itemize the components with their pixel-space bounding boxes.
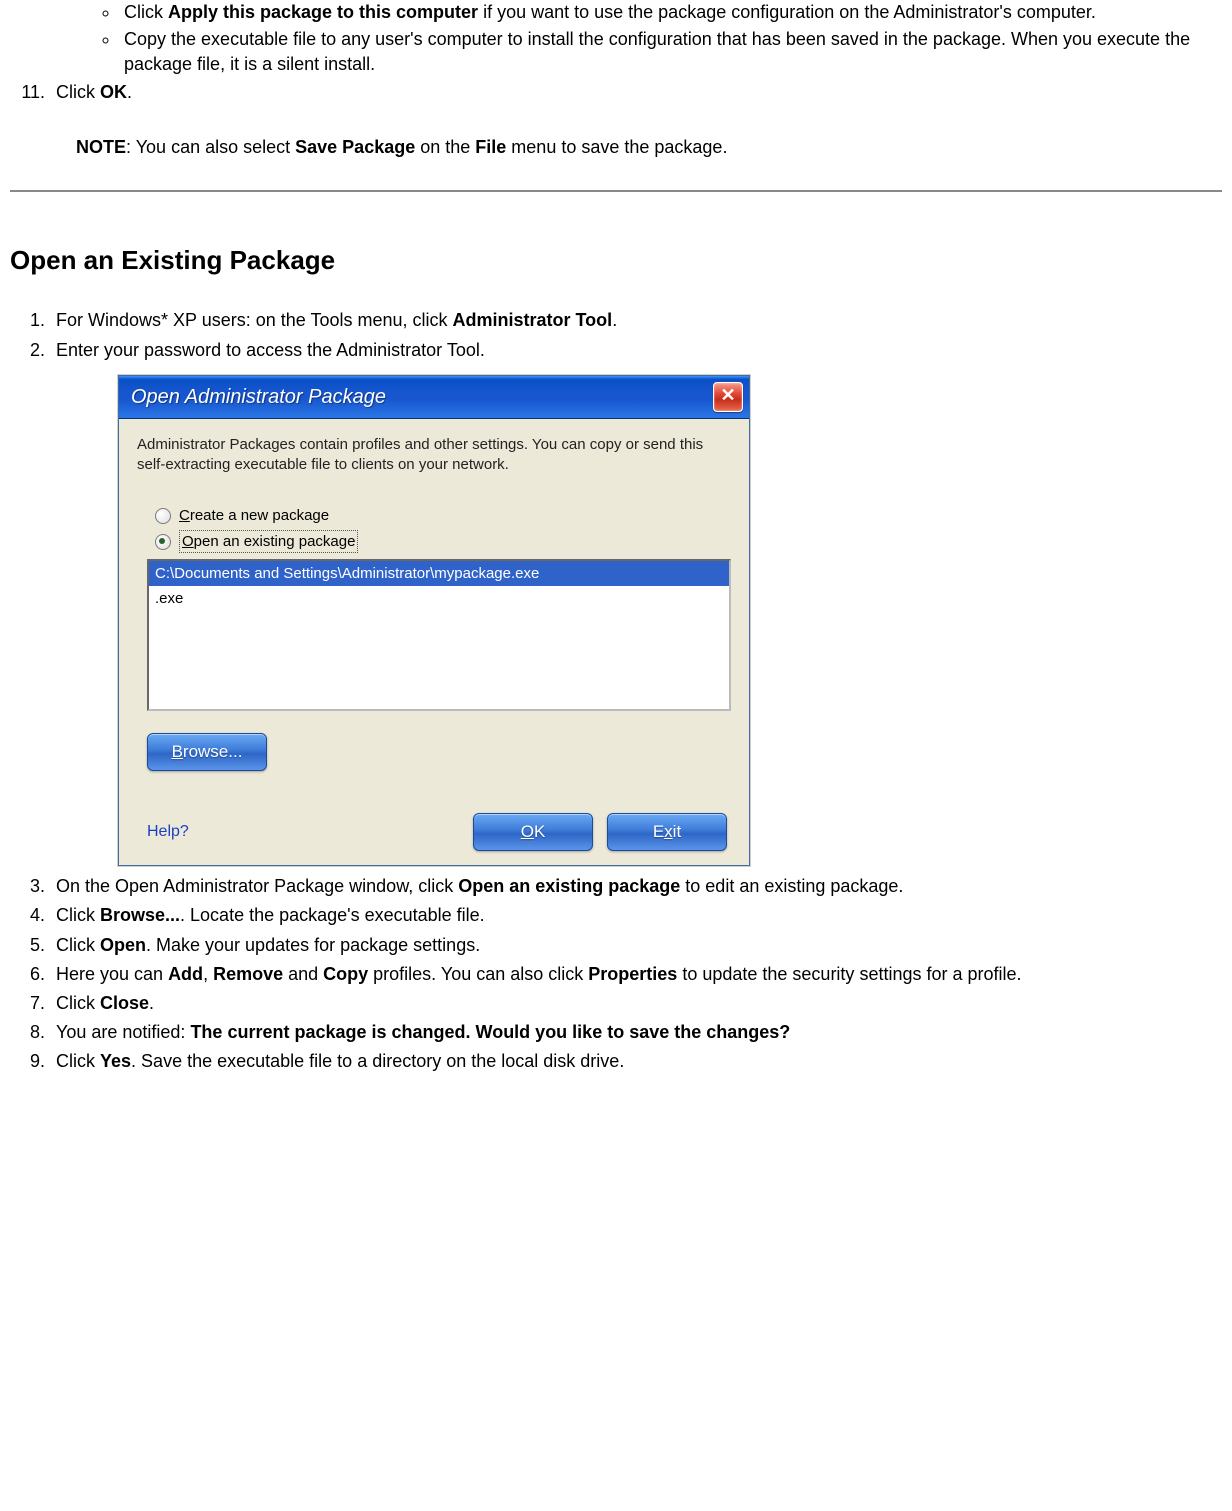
text: Click [56,993,100,1013]
text: You are notified: [56,1022,190,1042]
text: . [612,310,617,330]
bold-text: Apply this package to this computer [168,2,478,22]
radio-icon [155,508,171,524]
sub-bullet-item: Copy the executable file to any user's c… [120,27,1222,77]
list-item: For Windows* XP users: on the Tools menu… [50,308,1222,333]
sub-bullet-item: Click Apply this package to this compute… [120,0,1222,25]
numbered-list: For Windows* XP users: on the Tools menu… [50,308,1222,1074]
list-item: You are notified: The current package is… [50,1020,1222,1045]
bold-text: Close [100,993,149,1013]
ok-button[interactable]: OKOK [473,813,593,851]
bold-text: Open [100,935,146,955]
note-label: NOTE [76,137,126,157]
text: . Locate the package's executable file. [180,905,485,925]
text: Click [124,2,168,22]
list-item[interactable]: C:\Documents and Settings\Administrator\… [149,561,729,586]
dialog-description: Administrator Packages contain profiles … [137,435,731,476]
text: Enter your password to access the Admini… [56,340,485,360]
exit-button[interactable]: ExitExit [607,813,727,851]
text: and [283,964,323,984]
dialog-titlebar[interactable]: Open Administrator Package ✕ [119,376,749,419]
text: on the [415,137,475,157]
text: if you want to use the package configura… [478,2,1096,22]
bold-text: Browse... [100,905,180,925]
sub-bullet-list: Click Apply this package to this compute… [120,0,1222,78]
text: . [149,993,154,1013]
browse-button[interactable]: BBrowse...rowse... [147,733,267,771]
radio-label: CCreate a new packagereate a new package [179,505,329,526]
bold-text: OK [100,82,127,102]
list-item: Click OK. [50,80,1222,105]
button-label: ExitExit [653,820,681,844]
bold-text: Administrator Tool [453,310,613,330]
note-block: NOTE: You can also select Save Package o… [76,135,1222,160]
bold-text: Yes [100,1051,131,1071]
close-icon: ✕ [720,385,735,405]
list-item: Click Browse.... Locate the package's ex… [50,903,1222,928]
section-heading: Open an Existing Package [10,242,1222,278]
help-link[interactable]: Help? [147,821,189,843]
text: profiles. You can also click [368,964,588,984]
list-item: Click Yes. Save the executable file to a… [50,1049,1222,1074]
close-button[interactable]: ✕ [713,382,743,412]
text: menu to save the package. [506,137,727,157]
package-listbox[interactable]: C:\Documents and Settings\Administrator\… [147,559,731,711]
list-item: Click Close. [50,991,1222,1016]
text: Click [56,1051,100,1071]
list-item: On the Open Administrator Package window… [50,874,1222,899]
bold-text: Save Package [295,137,415,157]
list-item: Enter your password to access the Admini… [50,338,1222,867]
list-item: Here you can Add, Remove and Copy profil… [50,962,1222,987]
dialog-title: Open Administrator Package [131,383,386,411]
bold-text: Add [168,964,203,984]
text: : You can also select [126,137,295,157]
text: Click [56,935,100,955]
button-label: BBrowse...rowse... [172,740,243,764]
text: Copy the executable file to any user's c… [124,29,1190,74]
list-item: Click Open. Make your updates for packag… [50,933,1222,958]
text: . Make your updates for package settings… [146,935,480,955]
bold-text: Copy [323,964,368,984]
radio-open-existing-package[interactable]: OOpen an existing packagepen an existing… [155,530,731,553]
text: . [127,82,132,102]
radio-create-new-package[interactable]: CCreate a new packagereate a new package [155,505,731,526]
text: For Windows* XP users: on the Tools menu… [56,310,453,330]
dialog-open-administrator-package: Open Administrator Package ✕ Administrat… [118,375,750,867]
text: , [203,964,213,984]
bold-text: Properties [588,964,677,984]
bold-text: Open an existing package [458,876,680,896]
text: to edit an existing package. [680,876,903,896]
text: to update the security settings for a pr… [677,964,1021,984]
list-item[interactable]: .exe [149,586,729,611]
radio-label: OOpen an existing packagepen an existing… [179,530,358,553]
text: Here you can [56,964,168,984]
dialog-body: Administrator Packages contain profiles … [119,419,749,866]
text: Click [56,82,100,102]
separator [10,190,1222,192]
text: Click [56,905,100,925]
radio-icon [155,534,171,550]
text: . Save the executable file to a director… [131,1051,624,1071]
button-label: OKOK [521,820,546,844]
text: On the Open Administrator Package window… [56,876,458,896]
bold-text: File [475,137,506,157]
numbered-list-continued: Click OK. [50,80,1222,105]
bold-text: The current package is changed. Would yo… [190,1022,790,1042]
bold-text: Remove [213,964,283,984]
